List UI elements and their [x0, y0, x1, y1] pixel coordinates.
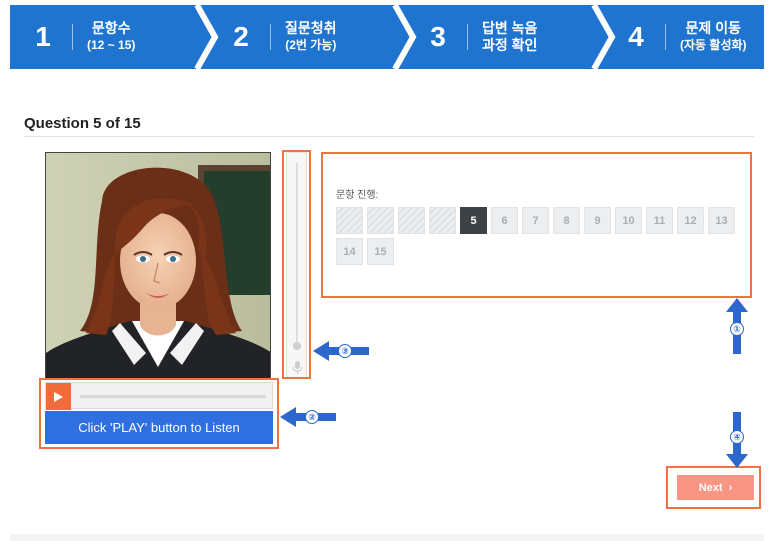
- annotation-box-2: [39, 378, 279, 449]
- step-subtitle: 과정 확인: [482, 37, 538, 53]
- annotation-badge-3: ③: [338, 344, 352, 358]
- step-3: 3 답변 녹음 과정 확인: [423, 5, 537, 69]
- steps-banner: 1 문항수 (12 ~ 15) 2 질문청취 (2번 가능) 3 답변 녹음 과…: [10, 5, 764, 69]
- title-divider: [24, 136, 754, 137]
- step-subtitle: (2번 가능): [285, 38, 337, 52]
- step-4: 4 문제 이동 (자동 활성화): [621, 5, 747, 69]
- step-divider: [665, 24, 666, 50]
- page-footer: [10, 534, 764, 541]
- step-divider: [270, 24, 271, 50]
- annotation-badge-2: ②: [305, 410, 319, 424]
- question-title: Question 5 of 15: [24, 115, 141, 132]
- step-title: 문제 이동: [685, 20, 741, 36]
- step-2: 2 질문청취 (2번 가능): [226, 5, 337, 69]
- annotation-box-3: [282, 150, 311, 379]
- chevron-divider-icon: [391, 5, 417, 69]
- step-number: 3: [430, 21, 446, 52]
- step-divider: [467, 24, 468, 50]
- step-title: 문항수: [91, 20, 131, 36]
- step-title: 질문청취: [285, 20, 337, 36]
- step-1: 1 문항수 (12 ~ 15): [28, 5, 135, 69]
- annotation-badge-4: ④: [730, 430, 744, 444]
- step-number: 1: [35, 21, 51, 52]
- step-number: 2: [233, 21, 249, 52]
- chevron-divider-icon: [193, 5, 219, 69]
- annotation-box-4: [666, 466, 761, 509]
- step-title: 답변 녹음: [482, 20, 538, 36]
- step-subtitle: (12 ~ 15): [87, 38, 136, 52]
- examiner-avatar: [45, 152, 271, 380]
- step-subtitle: (자동 활성화): [680, 38, 747, 52]
- annotation-box-1: [321, 152, 752, 298]
- step-number: 4: [628, 21, 644, 52]
- chevron-divider-icon: [590, 5, 616, 69]
- annotation-badge-1: ①: [730, 322, 744, 336]
- step-divider: [72, 24, 73, 50]
